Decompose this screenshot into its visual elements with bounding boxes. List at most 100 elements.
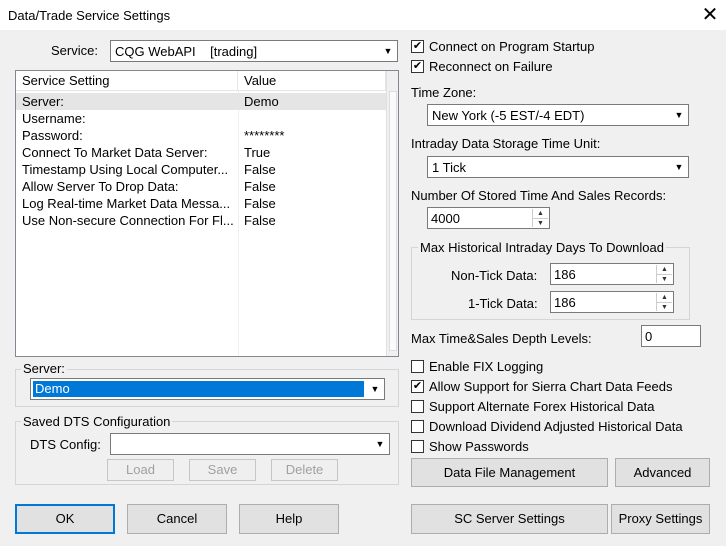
setting-value: Demo	[244, 94, 279, 109]
stored-records-spinner[interactable]: ▲ ▼	[532, 209, 548, 227]
dividend-adjusted-label: Download Dividend Adjusted Historical Da…	[429, 419, 683, 434]
one-tick-label: 1-Tick Data:	[468, 296, 538, 311]
setting-name: Server:	[22, 94, 64, 109]
chevron-down-icon[interactable]: ▼	[367, 380, 383, 398]
delete-button[interactable]: Delete	[271, 459, 338, 481]
depth-levels-input[interactable]: 0	[641, 325, 701, 347]
chevron-down-icon[interactable]: ▼	[372, 435, 388, 453]
cancel-button[interactable]: Cancel	[127, 504, 227, 534]
time-zone-dropdown[interactable]: New York (-5 EST/-4 EDT) ▼	[427, 104, 689, 126]
column-header-value[interactable]: Value	[238, 71, 386, 91]
spin-up-icon[interactable]: ▲	[657, 265, 672, 274]
depth-levels-value: 0	[645, 329, 653, 344]
reconnect-failure-checkbox[interactable]: ✔	[411, 60, 424, 73]
show-passwords-checkbox[interactable]	[411, 440, 424, 453]
time-zone-label: Time Zone:	[411, 85, 477, 100]
server-value: Demo	[33, 381, 364, 397]
setting-name: Use Non-secure Connection For Fl...	[22, 213, 234, 228]
window-title: Data/Trade Service Settings	[8, 8, 171, 23]
checkmark-icon: ✔	[412, 60, 423, 72]
sierra-chart-feeds-label: Allow Support for Sierra Chart Data Feed…	[429, 379, 673, 394]
stored-records-input[interactable]: 4000 ▲ ▼	[427, 207, 550, 229]
non-tick-spinner[interactable]: ▲ ▼	[656, 265, 672, 283]
setting-value: True	[244, 145, 271, 160]
setting-value: False	[244, 179, 276, 194]
save-button[interactable]: Save	[189, 459, 256, 481]
spin-up-icon[interactable]: ▲	[657, 293, 672, 302]
table-row[interactable]: Server: Demo	[16, 93, 386, 110]
spin-down-icon[interactable]: ▼	[533, 218, 548, 227]
proxy-settings-button[interactable]: Proxy Settings	[611, 504, 710, 534]
alternate-forex-label: Support Alternate Forex Historical Data	[429, 399, 655, 414]
reconnect-failure-label: Reconnect on Failure	[429, 59, 553, 74]
scrollbar-thumb[interactable]	[389, 91, 397, 351]
enable-fix-logging-label: Enable FIX Logging	[429, 359, 544, 374]
service-label: Service:	[51, 43, 98, 58]
saved-dts-group-title: Saved DTS Configuration	[21, 414, 173, 429]
spin-down-icon[interactable]: ▼	[657, 302, 672, 311]
table-row[interactable]: Password: ********	[16, 127, 386, 144]
connect-startup-checkbox[interactable]: ✔	[411, 40, 424, 53]
setting-value: False	[244, 213, 276, 228]
chevron-down-icon[interactable]: ▼	[380, 42, 396, 60]
show-passwords-label: Show Passwords	[429, 439, 529, 454]
column-header-setting[interactable]: Service Setting	[16, 71, 238, 91]
setting-name: Username:	[22, 111, 86, 126]
checkmark-icon: ✔	[412, 40, 423, 52]
time-zone-value: New York (-5 EST/-4 EDT)	[432, 108, 585, 123]
table-row[interactable]: Connect To Market Data Server: True	[16, 144, 386, 161]
stored-records-value: 4000	[431, 211, 460, 226]
table-row[interactable]: Username:	[16, 110, 386, 127]
advanced-button[interactable]: Advanced	[615, 458, 710, 487]
setting-value: False	[244, 162, 276, 177]
intraday-unit-label: Intraday Data Storage Time Unit:	[411, 136, 601, 151]
service-settings-table[interactable]: Service Setting Value Server: Demo Usern…	[15, 70, 399, 357]
table-header: Service Setting Value	[16, 71, 386, 91]
alternate-forex-checkbox[interactable]	[411, 400, 424, 413]
chevron-down-icon[interactable]: ▼	[671, 158, 687, 176]
server-dropdown[interactable]: Demo ▼	[30, 378, 385, 400]
close-icon[interactable]: ✕	[696, 2, 724, 28]
ok-button[interactable]: OK	[15, 504, 115, 534]
help-button[interactable]: Help	[239, 504, 339, 534]
sierra-chart-feeds-checkbox[interactable]: ✔	[411, 380, 424, 393]
setting-name: Password:	[22, 128, 83, 143]
setting-value: False	[244, 196, 276, 211]
table-row[interactable]: Use Non-secure Connection For Fl... Fals…	[16, 212, 386, 229]
spin-up-icon[interactable]: ▲	[533, 209, 548, 218]
table-scrollbar[interactable]	[386, 71, 398, 356]
chevron-down-icon[interactable]: ▼	[671, 106, 687, 124]
one-tick-input[interactable]: 186 ▲ ▼	[550, 291, 674, 313]
depth-levels-label: Max Time&Sales Depth Levels:	[411, 331, 592, 346]
service-value: CQG WebAPI [trading]	[115, 44, 258, 59]
connect-startup-label: Connect on Program Startup	[429, 39, 595, 54]
table-row[interactable]: Allow Server To Drop Data: False	[16, 178, 386, 195]
dts-config-label: DTS Config:	[30, 437, 101, 452]
sc-server-settings-button[interactable]: SC Server Settings	[411, 504, 608, 534]
table-row[interactable]: Timestamp Using Local Computer... False	[16, 161, 386, 178]
setting-value: ********	[244, 128, 285, 143]
non-tick-value: 186	[554, 267, 576, 282]
table-row[interactable]: Log Real-time Market Data Messa... False	[16, 195, 386, 212]
dividend-adjusted-checkbox[interactable]	[411, 420, 424, 433]
enable-fix-logging-checkbox[interactable]	[411, 360, 424, 373]
service-dropdown[interactable]: CQG WebAPI [trading] ▼	[110, 40, 398, 62]
dts-config-dropdown[interactable]: ▼	[110, 433, 390, 455]
spin-down-icon[interactable]: ▼	[657, 274, 672, 283]
setting-name: Timestamp Using Local Computer...	[22, 162, 229, 177]
load-button[interactable]: Load	[107, 459, 174, 481]
setting-name: Connect To Market Data Server:	[22, 145, 208, 160]
title-bar: Data/Trade Service Settings ✕	[0, 0, 726, 30]
non-tick-label: Non-Tick Data:	[451, 268, 538, 283]
intraday-unit-dropdown[interactable]: 1 Tick ▼	[427, 156, 689, 178]
data-file-management-button[interactable]: Data File Management	[411, 458, 608, 487]
setting-name: Allow Server To Drop Data:	[22, 179, 179, 194]
setting-name: Log Real-time Market Data Messa...	[22, 196, 231, 211]
stored-records-label: Number Of Stored Time And Sales Records:	[411, 188, 667, 203]
intraday-unit-value: 1 Tick	[432, 160, 466, 175]
one-tick-spinner[interactable]: ▲ ▼	[656, 293, 672, 311]
historical-days-group-title: Max Historical Intraday Days To Download	[418, 240, 666, 255]
server-group-title: Server:	[21, 361, 67, 376]
non-tick-input[interactable]: 186 ▲ ▼	[550, 263, 674, 285]
checkmark-icon: ✔	[412, 380, 423, 392]
